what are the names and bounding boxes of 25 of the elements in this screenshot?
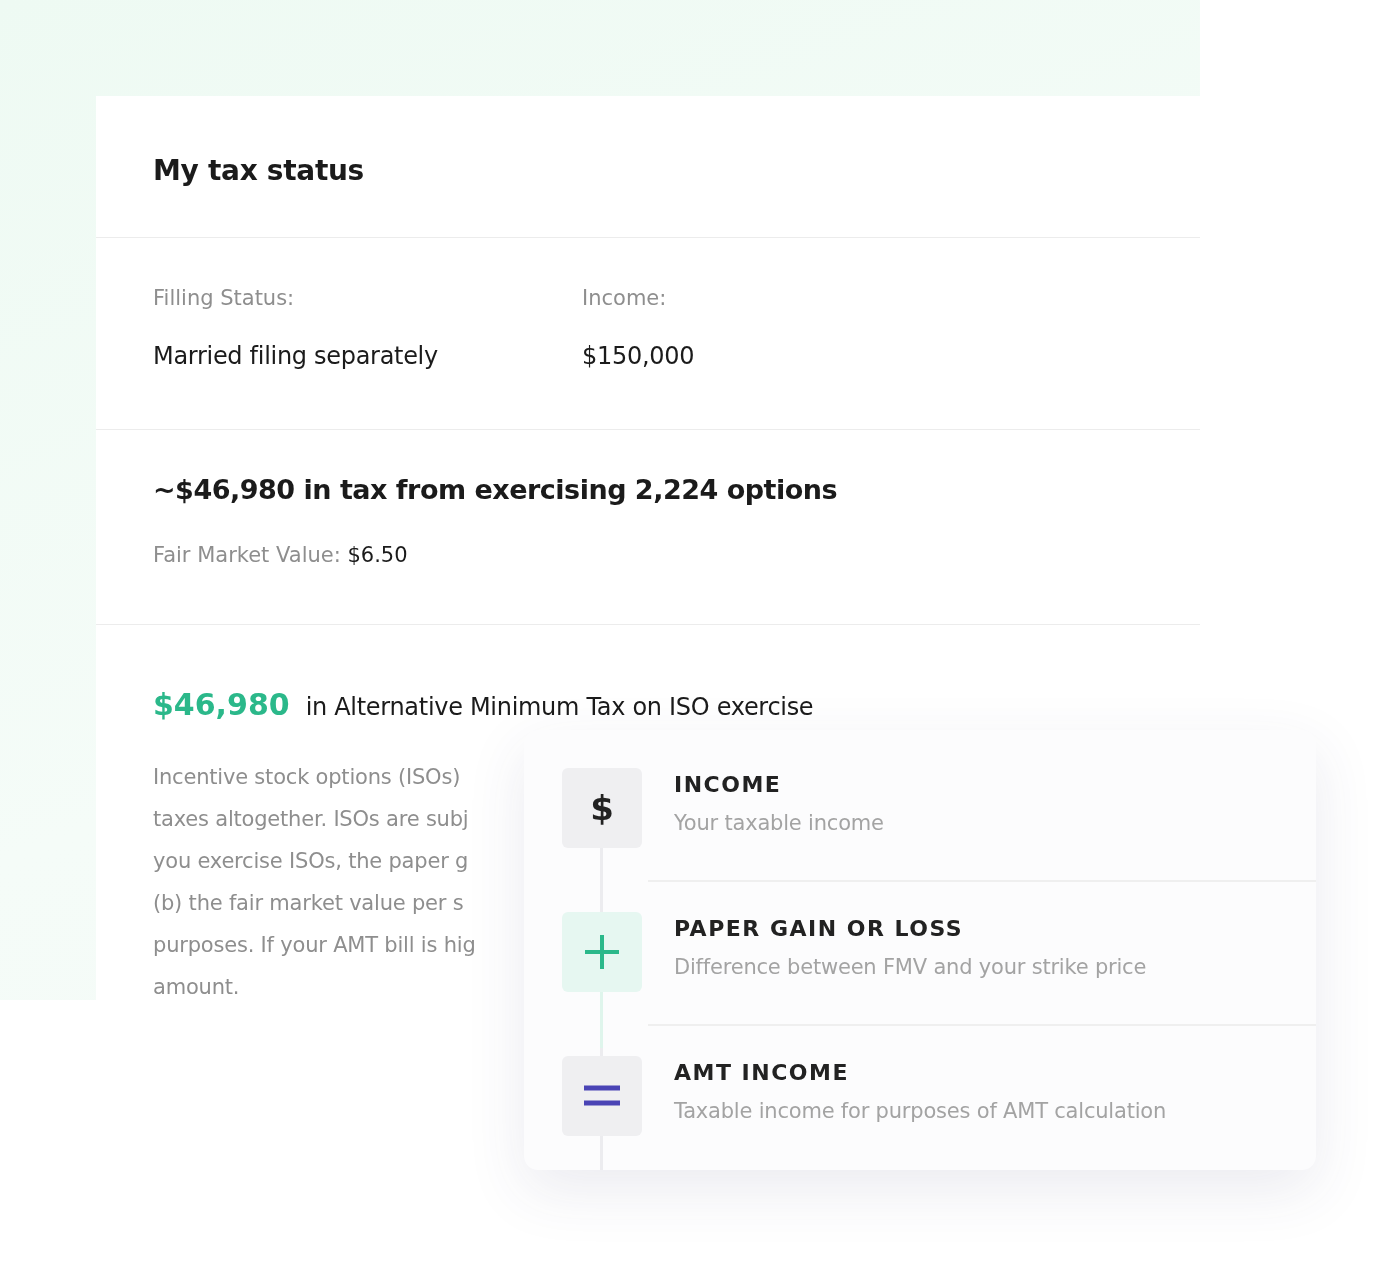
step-description: Your taxable income bbox=[674, 811, 884, 835]
fmv-value: $6.50 bbox=[347, 543, 408, 567]
equals-icon bbox=[562, 1056, 642, 1136]
field-value: $150,000 bbox=[582, 342, 696, 370]
plus-icon bbox=[562, 912, 642, 992]
amt-heading: in Alternative Minimum Tax on ISO exercise bbox=[305, 693, 814, 721]
fmv-label: Fair Market Value: bbox=[153, 543, 341, 567]
amt-amount: $46,980 bbox=[153, 687, 290, 722]
paragraph-line: amount. bbox=[153, 974, 240, 1000]
card-title: My tax status bbox=[153, 154, 365, 187]
field-label: Filling Status: bbox=[153, 286, 296, 310]
field-value: Married filing separately bbox=[153, 342, 439, 370]
paragraph-line: (b) the fair market value per s bbox=[153, 890, 464, 917]
paragraph-line: taxes altogether. ISOs are subj bbox=[153, 806, 469, 833]
paragraph-line: Incentive stock options (ISOs) bbox=[153, 764, 461, 791]
step-title: AMT INCOME bbox=[674, 1060, 850, 1085]
paragraph-line: purposes. If your AMT bill is hig bbox=[153, 932, 476, 959]
step-title: PAPER GAIN OR LOSS bbox=[674, 916, 965, 941]
step-description: Taxable income for purposes of AMT calculation bbox=[674, 1099, 1167, 1123]
tax-headline: ~$46,980 in tax from exercising 2,224 options bbox=[153, 474, 839, 505]
field-label: Income: bbox=[582, 286, 668, 310]
paragraph-line: you exercise ISOs, the paper g bbox=[153, 848, 469, 875]
dollar-icon: $ bbox=[562, 768, 642, 848]
step-description: Difference between FMV and your strike price bbox=[674, 955, 1147, 979]
step-title: INCOME bbox=[674, 772, 783, 797]
